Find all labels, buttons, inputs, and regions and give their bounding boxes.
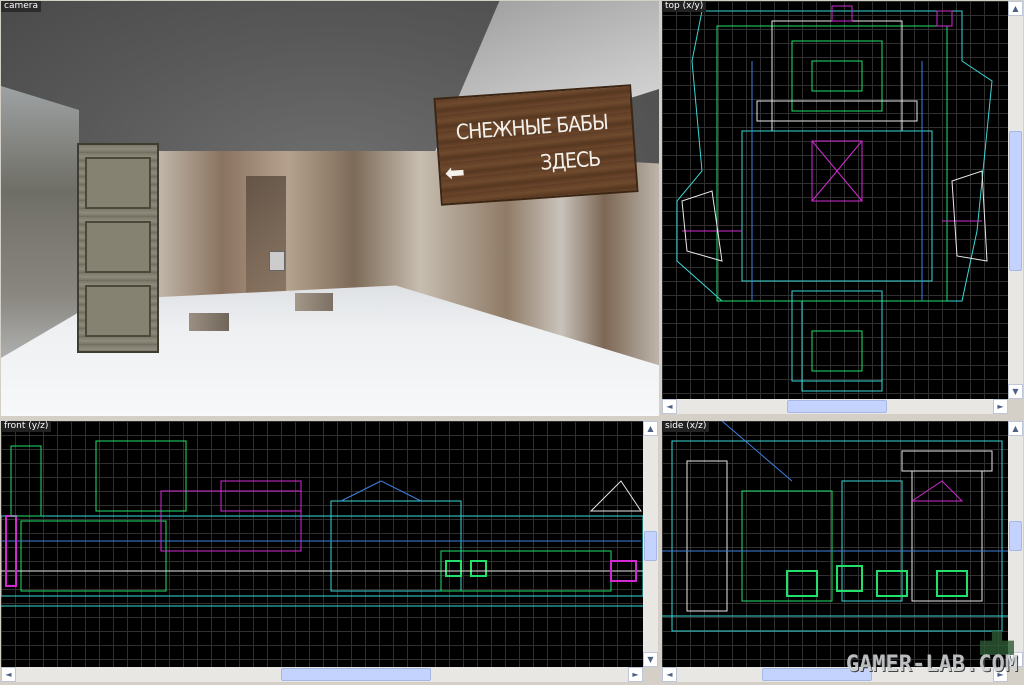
- side-viewport-label: side (x/z): [662, 421, 710, 432]
- wall-plate: [269, 251, 285, 271]
- scroll-right-button[interactable]: ►: [628, 667, 643, 682]
- scroll-down-button[interactable]: ▼: [643, 652, 658, 667]
- scroll-left-button[interactable]: ◄: [662, 667, 677, 682]
- scroll-left-button[interactable]: ◄: [662, 399, 677, 414]
- metal-door: [77, 143, 159, 353]
- camera-viewport[interactable]: camera СНЕЖНЫЕ БАБЫ ⬅ ЗДЕСЬ: [1, 1, 659, 416]
- scroll-thumb[interactable]: [1009, 521, 1022, 551]
- scroll-thumb[interactable]: [281, 668, 431, 681]
- rock-crevice: [246, 176, 286, 296]
- top-horizontal-scrollbar[interactable]: ◄ ►: [662, 399, 1008, 414]
- scroll-up-button[interactable]: ▲: [1008, 421, 1023, 436]
- front-view-geometry: [1, 440, 643, 607]
- side-view-geometry: [662, 421, 1008, 632]
- scroll-down-button[interactable]: ▼: [1008, 384, 1023, 399]
- scroll-right-button[interactable]: ►: [993, 399, 1008, 414]
- front-viewport-label: front (y/z): [1, 421, 52, 432]
- watermark: GAMER-LAB.COM: [845, 652, 1018, 677]
- scroll-thumb[interactable]: [787, 400, 887, 413]
- top-vertical-scrollbar[interactable]: ▲ ▼: [1008, 1, 1023, 399]
- scroll-up-button[interactable]: ▲: [1008, 1, 1023, 16]
- scroll-thumb[interactable]: [1009, 131, 1022, 271]
- side-vertical-scrollbar[interactable]: ▲ ▼: [1008, 421, 1023, 667]
- door-panel: [85, 157, 151, 209]
- sign-text-line2: ЗДЕСЬ: [539, 146, 601, 175]
- door-panel: [85, 221, 151, 273]
- top-viewport[interactable]: top (x/y): [662, 1, 1008, 399]
- front-vertical-scrollbar[interactable]: ▲ ▼: [643, 421, 658, 667]
- front-viewport[interactable]: front (y/z): [1, 421, 643, 667]
- side-viewport[interactable]: side (x/z): [662, 421, 1008, 667]
- top-view-geometry: [676, 5, 993, 392]
- scroll-thumb[interactable]: [644, 531, 657, 561]
- scroll-left-button[interactable]: ◄: [1, 667, 16, 682]
- camera-viewport-label: camera: [1, 1, 41, 12]
- scroll-up-button[interactable]: ▲: [643, 421, 658, 436]
- arrow-left-icon: ⬅: [443, 158, 466, 188]
- wooden-sign: СНЕЖНЫЕ БАБЫ ⬅ ЗДЕСЬ: [433, 84, 639, 206]
- sign-text-line1: СНЕЖНЫЕ БАБЫ: [455, 109, 609, 145]
- snow-block: [189, 313, 229, 331]
- snow-block: [295, 293, 333, 311]
- rock-wall-back: [156, 151, 486, 311]
- door-panel: [85, 285, 151, 337]
- top-viewport-label: top (x/y): [662, 1, 707, 12]
- front-horizontal-scrollbar[interactable]: ◄ ►: [1, 667, 643, 682]
